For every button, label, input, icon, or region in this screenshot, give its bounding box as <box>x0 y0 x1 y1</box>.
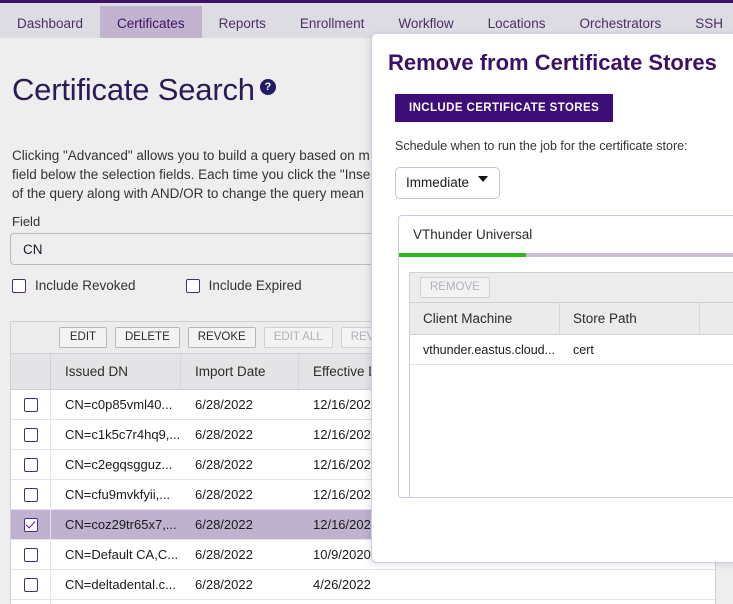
cell-issued-dn: CN=deltadental.c... <box>65 577 176 592</box>
remove-button[interactable]: REMOVE <box>420 277 490 298</box>
checkbox-box[interactable] <box>185 278 200 293</box>
dialog-title: Remove from Certificate Stores <box>388 50 717 75</box>
column-header-store-path[interactable]: Store Path <box>560 302 700 335</box>
row-checkbox-cell[interactable] <box>11 419 51 450</box>
row-checkbox[interactable] <box>23 427 38 442</box>
row-checkbox[interactable] <box>23 577 38 592</box>
edit-all-button[interactable]: EDIT ALL <box>263 327 333 348</box>
page-title: Certificate Search? <box>12 72 276 108</box>
cell-import-date: 6/28/2022 <box>195 457 253 472</box>
nav-item-reports[interactable]: Reports <box>202 6 283 41</box>
cell-client-machine: vthunder.eastus.cloud... <box>423 342 556 357</box>
cell-effective-date: 4/26/2022 <box>313 577 371 592</box>
store-table-empty-space <box>410 365 733 497</box>
row-checkbox-cell[interactable] <box>11 539 51 570</box>
row-checkbox-cell[interactable] <box>11 389 51 420</box>
filter-checkbox-row: Include Revoked Include Expired <box>12 278 352 298</box>
revoke-button[interactable]: REVOKE <box>187 327 256 348</box>
cell-issued-dn: CN=c2egqsgguz... <box>65 457 173 472</box>
row-checkbox[interactable] <box>23 457 38 472</box>
app-root: Dashboard Certificates Reports Enrollment Wo… <box>0 0 733 604</box>
checkbox-include-expired[interactable]: Include Expired <box>185 278 302 293</box>
cell-issued-dn: CN=Default CA,C... <box>65 547 179 562</box>
row-checkbox-cell[interactable] <box>11 569 51 600</box>
cell-import-date: 6/28/2022 <box>195 487 253 502</box>
certificate-store-panel: VThunder Universal REMOVE Client Machine… <box>398 215 733 498</box>
nav-item-certificates[interactable]: Certificates <box>100 6 202 41</box>
cell-store-path: cert <box>573 342 594 357</box>
row-checkbox-cell[interactable] <box>11 479 51 510</box>
cell-issued-dn: CN=cfu9mvkfyii,... <box>65 487 171 502</box>
cell-import-date: 6/28/2022 <box>195 427 253 442</box>
cell-import-date: 6/28/2022 <box>195 577 253 592</box>
store-table-toolbar: REMOVE <box>410 273 733 303</box>
table-row[interactable]: CN=deltadental.c... 6/28/2022 4/26/2022 <box>11 569 715 600</box>
schedule-label: Schedule when to run the job for the cer… <box>395 139 688 153</box>
cell-issued-dn: CN=c1k5c7r4hq9,... <box>65 427 181 442</box>
include-certificate-stores-button[interactable]: INCLUDE CERTIFICATE STORES <box>395 94 614 122</box>
checkbox-label: Include Revoked <box>35 278 136 293</box>
edit-button[interactable]: EDIT <box>59 327 107 348</box>
store-table-header: Client Machine Store Path <box>410 302 733 335</box>
row-checkbox-cell[interactable] <box>11 599 51 604</box>
store-locations-table: REMOVE Client Machine Store Path vthunde… <box>409 272 733 497</box>
schedule-select[interactable]: Immediate <box>395 167 500 199</box>
tab-underline <box>399 253 733 257</box>
store-table-body: vthunder.eastus.cloud... cert <box>410 335 733 365</box>
column-header-client-machine[interactable]: Client Machine <box>410 302 560 335</box>
column-header-import-date[interactable]: Import Date <box>181 353 299 390</box>
select-all-header-cell[interactable] <box>11 353 51 390</box>
column-header-store-overflow <box>700 303 733 335</box>
field-label: Field <box>12 214 41 229</box>
row-checkbox-cell[interactable] <box>11 509 51 540</box>
cell-import-date: 6/28/2022 <box>195 397 253 412</box>
page-title-text: Certificate Search <box>12 72 255 107</box>
question-mark-icon[interactable]: ? <box>259 79 276 95</box>
row-checkbox-cell[interactable] <box>11 449 51 480</box>
nav-item-dashboard[interactable]: Dashboard <box>0 6 100 41</box>
cell-import-date: 6/28/2022 <box>195 547 253 562</box>
row-checkbox[interactable] <box>23 487 38 502</box>
tab-active-indicator <box>399 253 526 257</box>
column-header-issued-dn[interactable]: Issued DN <box>51 353 181 390</box>
cell-issued-dn: CN=coz29tr65x7,... <box>65 517 177 532</box>
checkbox-label: Include Expired <box>208 278 302 293</box>
checkbox-include-revoked[interactable]: Include Revoked <box>12 278 136 293</box>
delete-button[interactable]: DELETE <box>115 327 180 348</box>
checkbox-box[interactable] <box>12 278 26 293</box>
tab-vthunder-universal[interactable]: VThunder Universal <box>413 227 532 242</box>
cell-issued-dn: CN=c0p85vml40... <box>65 397 173 412</box>
cell-import-date: 6/28/2022 <box>195 517 253 532</box>
store-tab-row: VThunder Universal <box>399 216 733 257</box>
store-table-row[interactable]: vthunder.eastus.cloud... cert <box>410 335 733 365</box>
row-checkbox[interactable] <box>23 547 38 562</box>
row-checkbox[interactable] <box>23 517 38 532</box>
nav-item-enrollment[interactable]: Enrollment <box>283 6 382 41</box>
table-row[interactable]: CN=DigiCert Ass...6/28/202211/9/2006 <box>11 599 715 604</box>
row-checkbox[interactable] <box>23 397 38 412</box>
